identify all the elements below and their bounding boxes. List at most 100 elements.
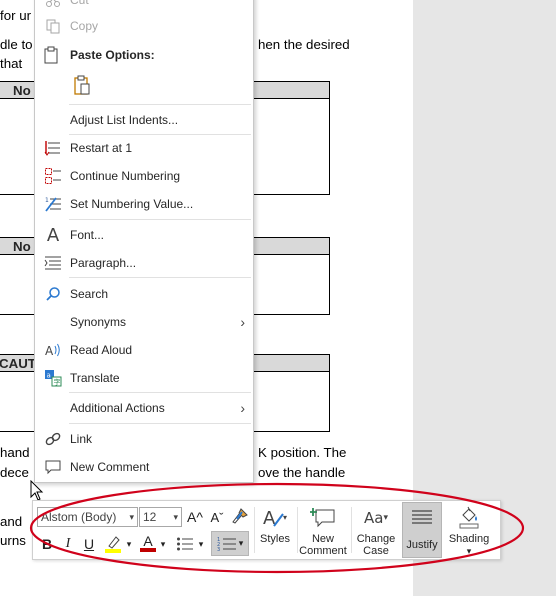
menu-item-copy[interactable]: Copy [35, 13, 253, 39]
table-heading: No [13, 83, 31, 98]
chevron-down-icon: ▾ [466, 546, 472, 556]
highlighter-icon [105, 536, 121, 553]
bullets-button[interactable] [175, 533, 195, 555]
menu-item-label: Paragraph... [70, 256, 137, 270]
format-painter-icon [232, 508, 248, 524]
menu-item-continue-numbering[interactable]: Continue Numbering [35, 163, 253, 189]
chevron-down-icon[interactable]: ▾ [158, 536, 168, 552]
paint-bucket-icon [457, 503, 481, 533]
document-line: dece [0, 465, 29, 480]
font-size-combobox[interactable]: 12 ▾ [139, 507, 182, 527]
menu-separator [69, 219, 251, 220]
shading-button[interactable]: Shading ▾ [444, 503, 494, 559]
italic-icon: I [65, 536, 71, 551]
underline-button[interactable]: U [81, 534, 97, 554]
shrink-font-icon: Aˇ [210, 509, 224, 525]
menu-item-synonyms[interactable]: Synonyms › [35, 309, 253, 335]
continue-numbering-icon [43, 167, 63, 185]
restart-numbering-icon [43, 139, 63, 157]
menu-item-label: Link [70, 432, 93, 446]
font-name-value: Alstom (Body) [41, 510, 117, 524]
chevron-down-icon[interactable]: ▾ [196, 536, 206, 552]
table-heading: No [13, 239, 31, 254]
bold-button[interactable]: B [39, 534, 55, 554]
change-case-button[interactable]: Aa ▾ Change Case [353, 503, 399, 559]
change-case-glyph: Aa [364, 509, 384, 527]
numbered-list-icon: 123 [217, 537, 236, 552]
menu-item-label: Continue Numbering [70, 169, 181, 183]
justify-label: Justify [406, 539, 438, 551]
highlight-button[interactable] [103, 533, 123, 555]
font-name-combobox[interactable]: Alstom (Body) ▾ [37, 507, 138, 527]
chevron-down-icon[interactable]: ▾ [124, 536, 134, 552]
menu-separator [69, 392, 251, 393]
menu-item-label: New Comment [70, 460, 150, 474]
bold-icon: B [41, 536, 53, 552]
menu-item-label: Synonyms [70, 315, 127, 329]
change-case-label-line1: Change [356, 533, 396, 545]
menu-item-label: Restart at 1 [70, 141, 133, 155]
svg-text:1: 1 [45, 197, 49, 204]
menu-separator [69, 277, 251, 278]
new-comment-label-line1: New [311, 533, 334, 545]
font-size-value: 12 [143, 510, 157, 524]
menu-item-label: Copy [70, 19, 99, 33]
document-line: for ur [0, 8, 32, 23]
menu-separator [69, 423, 251, 424]
menu-item-label: Read Aloud [70, 343, 133, 357]
menu-item-font[interactable]: A Font... [35, 222, 253, 248]
justify-icon [411, 503, 433, 533]
menu-item-link[interactable]: Link [35, 426, 253, 452]
new-comment-button[interactable]: New Comment [299, 503, 347, 559]
chevron-down-icon: ▾ [129, 512, 134, 522]
new-comment-icon [43, 458, 63, 476]
justify-button[interactable]: Justify [402, 502, 442, 558]
menu-item-label: Search [70, 287, 109, 301]
menu-item-translate[interactable]: a字 Translate [35, 365, 253, 391]
menu-item-label: Additional Actions [70, 401, 165, 415]
font-color-button[interactable]: A [139, 532, 157, 554]
grow-font-button[interactable]: A^ [185, 506, 205, 528]
menu-item-read-aloud[interactable]: A Read Aloud [35, 337, 253, 363]
menu-item-restart-at-1[interactable]: Restart at 1 [35, 135, 253, 161]
chevron-down-icon: ▾ [238, 538, 244, 548]
shading-label: Shading [448, 533, 490, 545]
menu-item-additional-actions[interactable]: Additional Actions › [35, 395, 253, 421]
italic-button[interactable]: I [61, 534, 75, 554]
chevron-down-icon: ▾ [173, 512, 178, 522]
link-icon [43, 430, 63, 448]
chevron-down-icon: ▾ [383, 513, 388, 523]
styles-icon: A ▾ [261, 503, 289, 533]
change-case-icon: Aa ▾ [364, 503, 388, 533]
document-line: urns [0, 533, 26, 548]
document-line: ove the handle [258, 465, 346, 480]
mouse-pointer-icon [30, 480, 44, 501]
styles-label: Styles [260, 533, 290, 545]
menu-item-set-numbering-value[interactable]: 1 Set Numbering Value... [35, 191, 253, 217]
menu-item-new-comment[interactable]: New Comment [35, 454, 253, 480]
search-icon [43, 285, 63, 303]
shrink-font-button[interactable]: Aˇ [207, 506, 227, 528]
menu-item-search[interactable]: Search [35, 281, 253, 307]
paste-options-header: Paste Options: [70, 48, 155, 62]
toolbar-separator [351, 507, 352, 553]
paragraph-icon [43, 254, 63, 272]
paste-keep-text-only-button[interactable] [70, 72, 94, 98]
document-line: and [0, 514, 23, 529]
menu-item-adjust-list-indents[interactable]: Adjust List Indents... [35, 107, 253, 133]
new-comment-icon [310, 503, 336, 533]
menu-item-paragraph[interactable]: Paragraph... [35, 250, 253, 276]
font-icon: A [46, 224, 60, 246]
menu-item-cut[interactable]: Cut [35, 0, 253, 13]
styles-button[interactable]: A ▾ Styles [257, 503, 293, 559]
translate-icon: a字 [43, 369, 63, 387]
numbering-button[interactable]: 123 ▾ [211, 531, 249, 556]
menu-item-label: Translate [70, 371, 120, 385]
svg-text:字: 字 [54, 378, 61, 387]
svg-text:▾: ▾ [283, 513, 287, 522]
svg-text:a: a [47, 372, 51, 380]
document-line: hen the desired [258, 37, 350, 52]
grow-font-icon: A^ [187, 509, 203, 525]
read-aloud-icon: A [43, 341, 63, 359]
format-painter-button[interactable] [229, 505, 251, 527]
